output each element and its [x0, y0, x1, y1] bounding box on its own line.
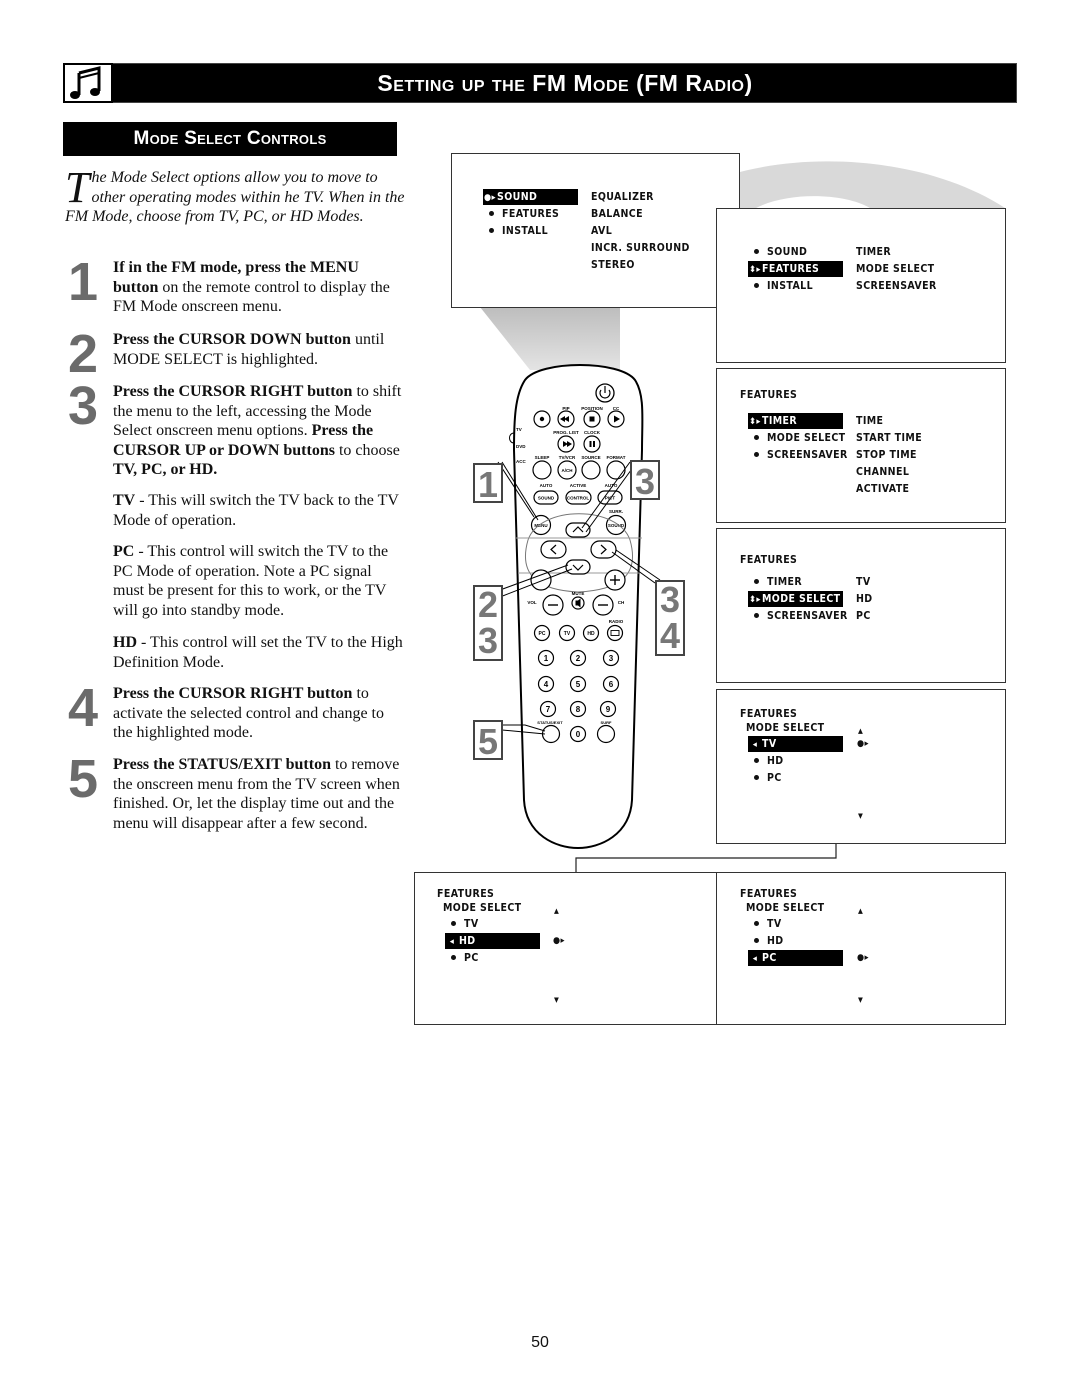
pause-icon-a: [589, 441, 592, 447]
pause-icon-b: [593, 441, 595, 447]
cursor-up-button[interactable]: [565, 522, 591, 538]
sleep-button[interactable]: [532, 460, 552, 480]
switch-label-tv: TV: [516, 427, 522, 432]
digit-label: 3: [609, 654, 614, 663]
format-button[interactable]: [606, 460, 626, 480]
label-hd: HD: [587, 631, 595, 637]
cursor-right-button[interactable]: [590, 540, 617, 559]
label-format: FORMAT: [607, 455, 626, 460]
label-pip: PIP: [562, 406, 569, 411]
label-cc: CC: [613, 406, 620, 411]
label-sound: SOUND: [538, 496, 555, 501]
callout-step-5: 5: [473, 720, 503, 762]
label-surf: SURF: [601, 720, 612, 725]
label-tvvcr: TV/VCR: [559, 455, 576, 460]
label-sleep: SLEEP: [535, 455, 550, 460]
label-radio: RADIO: [609, 619, 624, 624]
vol-up-button[interactable]: [530, 569, 552, 591]
switch-label-dvd: DVD: [516, 444, 526, 449]
label-status-exit: STATUS/EXIT: [537, 720, 563, 725]
label-active-control: ACTIVE: [570, 483, 587, 488]
stop-icon: [589, 416, 595, 422]
callout-step-1: 1: [473, 463, 503, 505]
label-prog-list: PROG. LIST: [553, 430, 579, 435]
pause-button[interactable]: [583, 435, 601, 453]
surf-button[interactable]: [596, 724, 616, 744]
digit-label: 5: [576, 680, 581, 689]
status-exit-button[interactable]: [541, 724, 561, 744]
digit-label: 4: [544, 680, 549, 689]
label-source: SOURCE: [581, 455, 600, 460]
digit-label: 6: [609, 680, 614, 689]
callout-steps-2-3: 2 3: [473, 585, 503, 661]
page-number: 50: [531, 1334, 549, 1351]
callout-digit: 3: [659, 579, 681, 620]
radio-button[interactable]: [606, 624, 624, 642]
digit-label: 2: [576, 654, 581, 663]
source-button[interactable]: [581, 460, 601, 480]
record-icon: [539, 416, 545, 422]
digit-label: 9: [606, 705, 611, 714]
label-mute: MUTE: [572, 591, 585, 596]
label-clock: CLOCK: [584, 430, 601, 435]
callout-digit: 2: [477, 584, 499, 625]
digit-label: 1: [544, 654, 549, 663]
label-ach: A/CH: [562, 468, 573, 473]
callout-digit: 3: [477, 620, 499, 661]
callout-digit: 4: [659, 615, 681, 656]
callout-steps-3-4: 3 4: [655, 580, 685, 656]
switch-label-acc: ACC: [516, 459, 526, 464]
digit-label: 7: [546, 705, 551, 714]
digit-label: 0: [576, 730, 581, 739]
cursor-down-button[interactable]: [565, 559, 591, 575]
label-ch: CH: [618, 600, 625, 605]
label-auto-sound: AUTO: [540, 483, 553, 488]
label-tv: TV: [564, 631, 571, 637]
label-position: POSITION: [581, 406, 603, 411]
label-control: CONTROL: [567, 496, 589, 501]
digit-label: 8: [576, 705, 581, 714]
label-surr: SURR.: [609, 509, 623, 514]
remote-control: TV DVD ACC PIP POSITION CC PROG. LIST CL…: [497, 364, 661, 850]
label-pc: PC: [539, 631, 546, 637]
label-vol: VOL: [527, 600, 537, 605]
callout-step-3: 3: [630, 460, 660, 502]
cursor-left-button[interactable]: [540, 540, 567, 559]
